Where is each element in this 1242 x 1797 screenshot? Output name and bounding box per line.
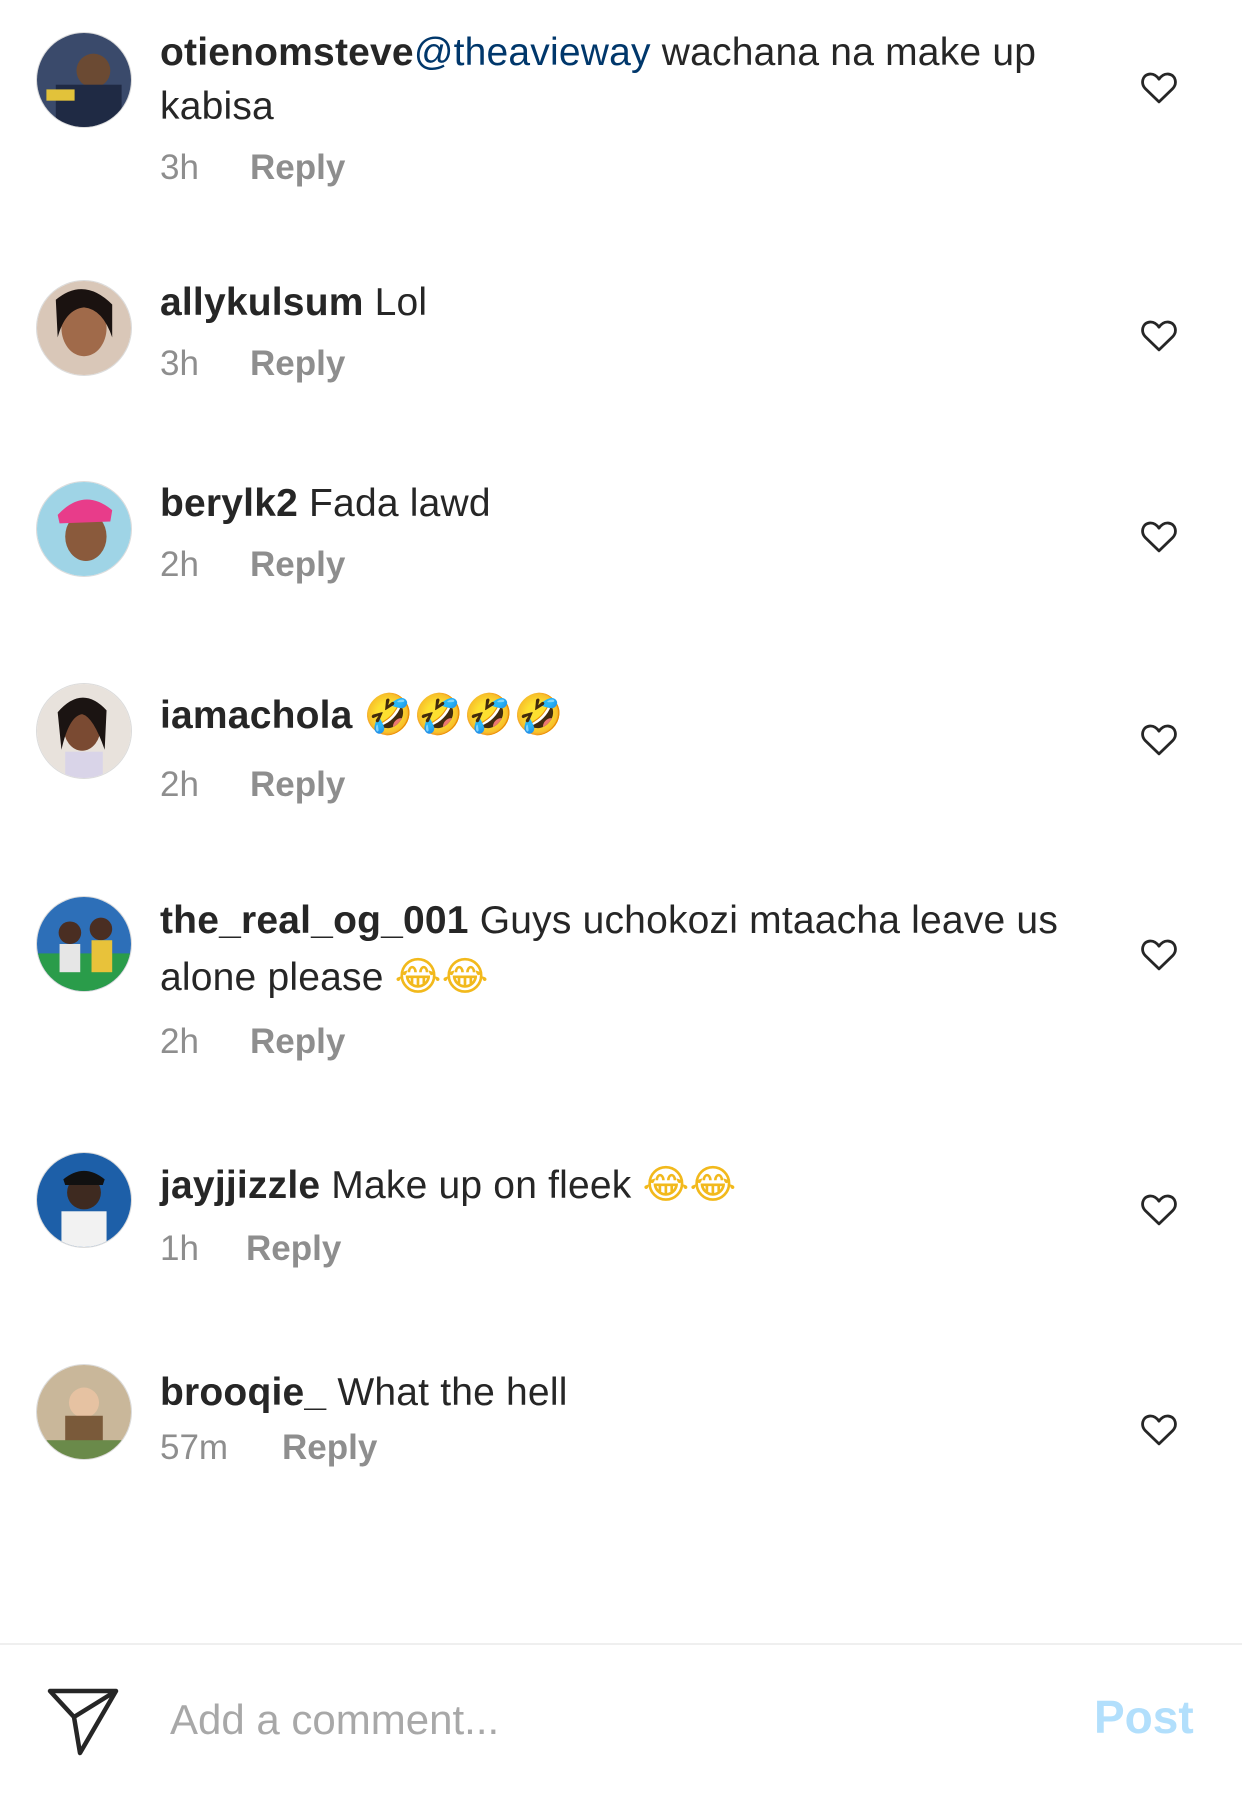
comment-text: jayjjizzle Make up on fleek 😂😂 <box>160 1158 1090 1213</box>
comment-time: 1h <box>160 1229 199 1268</box>
comment-text: the_real_og_001 Guys uchokozi mtaacha le… <box>160 892 1090 1006</box>
comment-username[interactable]: allykulsum <box>160 281 364 324</box>
avatar[interactable] <box>36 280 132 376</box>
reply-button[interactable]: Reply <box>282 1428 377 1468</box>
comment-text: berylk2 Fada lawd <box>160 477 1090 531</box>
avatar[interactable] <box>36 1152 132 1248</box>
avatar[interactable] <box>36 32 132 128</box>
heart-icon[interactable] <box>1138 66 1180 108</box>
reply-button[interactable]: Reply <box>246 1229 341 1269</box>
reply-button[interactable]: Reply <box>250 1022 345 1062</box>
comment-text: iamachola 🤣🤣🤣🤣 <box>160 688 1090 743</box>
comment-username[interactable]: berylk2 <box>160 482 298 525</box>
comment-text: otienomsteve@theavieway wachana na make … <box>160 26 1090 134</box>
comment-message: Fada lawd <box>298 482 491 525</box>
laughing-emoji: 🤣🤣🤣🤣 <box>363 692 564 738</box>
reply-button[interactable]: Reply <box>250 344 345 384</box>
avatar[interactable] <box>36 896 132 992</box>
comment-time: 57m <box>160 1428 229 1467</box>
reply-button[interactable]: Reply <box>250 545 345 585</box>
comment-meta: 2h Reply <box>160 1022 1090 1062</box>
reply-button[interactable]: Reply <box>250 765 345 805</box>
tears-of-joy-emoji: 😂😂 <box>642 1162 737 1208</box>
tears-of-joy-emoji: 😂😂 <box>394 954 489 1000</box>
avatar[interactable] <box>36 481 132 577</box>
comment-meta: 3h Reply <box>160 148 1090 188</box>
comment-message: Lol <box>363 281 428 324</box>
heart-icon[interactable] <box>1138 314 1180 356</box>
comment-username[interactable]: otienomsteve <box>160 31 414 74</box>
comment-text: brooqie_ What the hell <box>160 1366 1090 1420</box>
heart-icon[interactable] <box>1138 933 1180 975</box>
comment-message: What the hell <box>326 1371 568 1414</box>
comment-meta: 57m Reply <box>160 1428 1090 1468</box>
avatar[interactable] <box>36 1364 132 1460</box>
comment-time: 3h <box>160 344 199 383</box>
comment-body: otienomsteve@theavieway wachana na make … <box>160 26 1090 188</box>
comment-body: jayjjizzle Make up on fleek 😂😂 1h Reply <box>160 1158 1090 1269</box>
comment-body: the_real_og_001 Guys uchokozi mtaacha le… <box>160 892 1090 1062</box>
heart-icon[interactable] <box>1138 1408 1180 1450</box>
comment-meta: 1h Reply <box>160 1229 1090 1269</box>
comment-time: 2h <box>160 545 199 584</box>
comment-time: 2h <box>160 765 199 804</box>
comment-message <box>353 694 364 737</box>
comment-text: allykulsum Lol <box>160 276 1090 330</box>
comment-body: brooqie_ What the hell 57m Reply <box>160 1366 1090 1468</box>
comment-message: Make up on fleek <box>320 1164 643 1207</box>
comment-username[interactable]: the_real_og_001 <box>160 899 469 942</box>
comment-username[interactable]: iamachola <box>160 694 353 737</box>
heart-icon[interactable] <box>1138 718 1180 760</box>
avatar[interactable] <box>36 683 132 779</box>
reply-button[interactable]: Reply <box>250 148 345 188</box>
comment-meta: 3h Reply <box>160 344 1090 384</box>
comment-input[interactable] <box>170 1690 1050 1750</box>
comment-meta: 2h Reply <box>160 765 1090 805</box>
comment-meta: 2h Reply <box>160 545 1090 585</box>
comment-username[interactable]: brooqie_ <box>160 1371 326 1414</box>
post-button[interactable]: Post <box>1094 1690 1194 1744</box>
comment-mention[interactable]: @theavieway <box>414 31 651 74</box>
comment-body: allykulsum Lol 3h Reply <box>160 276 1090 384</box>
send-icon[interactable] <box>46 1687 120 1757</box>
composer-divider <box>0 1643 1242 1645</box>
comment-body: iamachola 🤣🤣🤣🤣 2h Reply <box>160 688 1090 805</box>
comment-body: berylk2 Fada lawd 2h Reply <box>160 477 1090 585</box>
comment-time: 3h <box>160 148 199 187</box>
comment-username[interactable]: jayjjizzle <box>160 1164 320 1207</box>
heart-icon[interactable] <box>1138 515 1180 557</box>
heart-icon[interactable] <box>1138 1188 1180 1230</box>
comment-time: 2h <box>160 1022 199 1061</box>
